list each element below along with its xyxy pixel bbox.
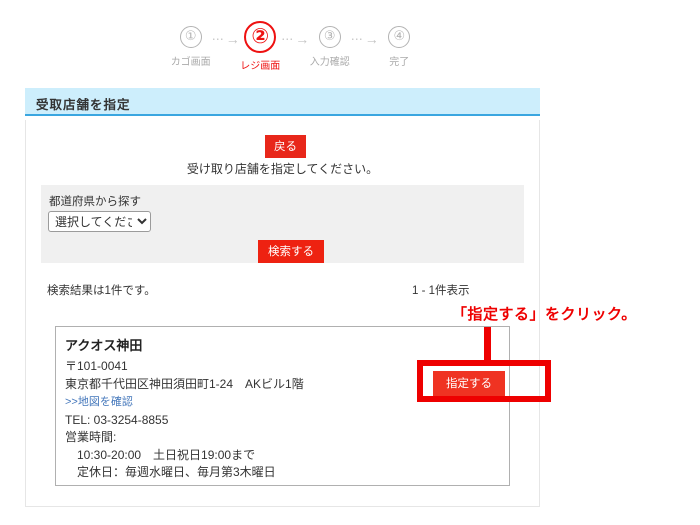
step-1-cart: ① カゴ画面 bbox=[170, 26, 211, 68]
step-2-register: ② レジ画面 bbox=[240, 21, 281, 72]
lead-instruction-text: 受け取り店舗を指定してください。 bbox=[186, 162, 379, 176]
section-header: 受取店舗を指定 bbox=[25, 88, 540, 116]
step-4-complete: ④ 完了 bbox=[379, 26, 420, 68]
step-arrow-head-icon: → bbox=[225, 31, 240, 47]
store-result-card: アクオス神田 〒101-0041 東京都千代田区神田須田町1-24 AKビル1階… bbox=[55, 326, 510, 486]
step-arrow-head-icon: → bbox=[295, 31, 309, 47]
store-telephone: TEL: 03-3254-8855 bbox=[65, 412, 169, 427]
step-arrow-dots: ⋯ bbox=[281, 32, 295, 46]
step-3-number: ③ bbox=[318, 26, 341, 48]
store-hours-label: 営業時間: bbox=[65, 430, 117, 444]
step-2-number: ② bbox=[244, 21, 277, 53]
step-arrow-head-icon: → bbox=[364, 31, 379, 47]
store-closed-days: 定休日：毎週水曜日、毎月第3木曜日 bbox=[77, 465, 276, 479]
step-3-confirm: ③ 入力確認 bbox=[309, 26, 350, 68]
store-hours-value: 10:30-20:00 土日祝日19:00まで bbox=[77, 447, 256, 462]
step-2-label: レジ画面 bbox=[240, 61, 281, 72]
store-address: 東京都千代田区神田須田町1-24 AKビル1階 bbox=[65, 376, 304, 391]
store-search-panel: 都道府県から探す 選択してください 検索する bbox=[41, 185, 524, 263]
annotation-highlight-box bbox=[417, 360, 551, 402]
step-arrow-1: ⋯ → bbox=[211, 31, 240, 47]
store-postal-code: 〒101-0041 bbox=[65, 359, 128, 373]
result-range-text: 1 - 1件表示 bbox=[412, 285, 470, 297]
step-arrow-3: ⋯ → bbox=[350, 31, 379, 47]
store-details: 〒101-0041 東京都千代田区神田須田町1-24 AKビル1階 >>地図を確… bbox=[65, 358, 304, 482]
step-4-number: ④ bbox=[388, 26, 411, 48]
step-arrow-2: ⋯ → bbox=[281, 31, 309, 47]
page-title: 受取店舗を指定 bbox=[36, 98, 131, 112]
result-count-text: 検索結果は1件です。 bbox=[47, 285, 156, 297]
search-button[interactable]: 検索する bbox=[258, 240, 324, 263]
store-map-link[interactable]: >>地図を確認 bbox=[65, 396, 133, 408]
store-name: アクオス神田 bbox=[65, 338, 143, 353]
step-arrow-dots: ⋯ bbox=[211, 32, 225, 46]
step-3-label: 入力確認 bbox=[309, 57, 350, 68]
step-4-label: 完了 bbox=[389, 57, 410, 68]
prefecture-select[interactable]: 選択してください bbox=[48, 211, 151, 232]
prefecture-search-label: 都道府県から探す bbox=[49, 196, 141, 208]
step-1-number: ① bbox=[179, 26, 202, 48]
step-arrow-dots: ⋯ bbox=[350, 32, 364, 46]
step-1-label: カゴ画面 bbox=[170, 57, 211, 68]
back-button[interactable]: 戻る bbox=[265, 135, 306, 158]
annotation-callout-text: 「指定する」をクリック。 bbox=[452, 306, 637, 323]
checkout-step-indicator: ① カゴ画面 ⋯ → ② レジ画面 ⋯ → ③ 入力確認 ⋯ → ④ 完了 bbox=[170, 21, 420, 72]
